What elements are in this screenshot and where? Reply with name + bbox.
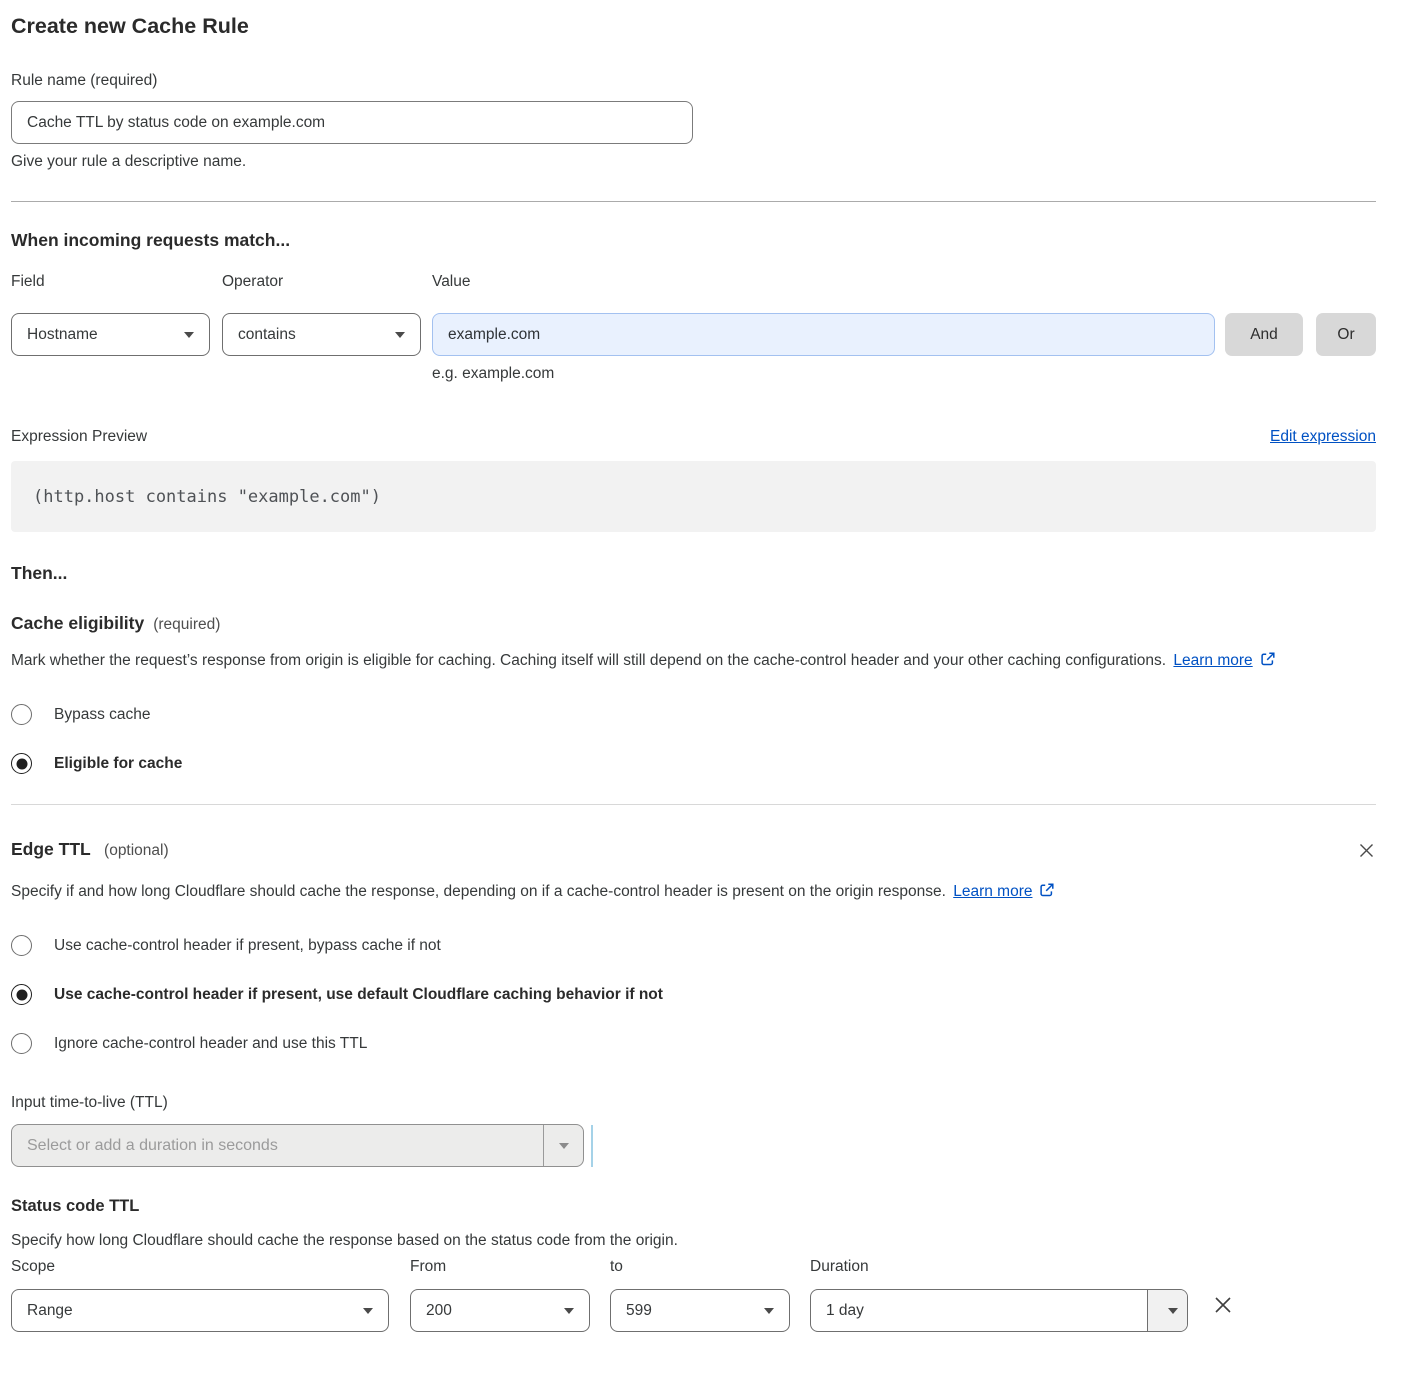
from-select-value: 200 xyxy=(426,1302,452,1320)
learn-more-link[interactable]: Learn more xyxy=(953,883,1032,900)
radio-option-ignore-header[interactable]: Ignore cache-control header and use this… xyxy=(11,1033,1376,1054)
chevron-down-icon xyxy=(395,332,405,338)
value-label: Value xyxy=(432,273,471,291)
duration-select[interactable]: 1 day xyxy=(810,1289,1188,1332)
to-select[interactable]: 599 xyxy=(610,1289,790,1332)
rule-name-label: Rule name (required) xyxy=(11,72,1376,90)
from-select[interactable]: 200 xyxy=(410,1289,590,1332)
external-link-icon xyxy=(1039,880,1055,908)
ttl-input-row: Select or add a duration in seconds xyxy=(11,1124,1376,1167)
cache-eligibility-description-text: Mark whether the request’s response from… xyxy=(11,652,1166,669)
chevron-down-icon xyxy=(1168,1308,1178,1314)
radio-option-use-header-bypass[interactable]: Use cache-control header if present, byp… xyxy=(11,935,1376,956)
chevron-down-icon xyxy=(764,1308,774,1314)
scope-select-value: Range xyxy=(27,1302,73,1320)
and-button[interactable]: And xyxy=(1225,313,1303,356)
value-input[interactable] xyxy=(432,313,1215,356)
cache-eligibility-header: Cache eligibility (required) xyxy=(11,613,1376,634)
radio-option-label: Bypass cache xyxy=(54,706,151,724)
chevron-down-icon xyxy=(363,1308,373,1314)
field-label: Field xyxy=(11,273,222,291)
from-label: From xyxy=(410,1258,590,1276)
ttl-duration-select[interactable]: Select or add a duration in seconds xyxy=(11,1124,584,1167)
scope-label: Scope xyxy=(11,1258,389,1276)
rule-name-help: Give your rule a descriptive name. xyxy=(11,153,1376,171)
radio-unchecked-icon xyxy=(11,704,32,725)
remove-row-icon[interactable] xyxy=(1212,1294,1234,1321)
ttl-input-label: Input time-to-live (TTL) xyxy=(11,1094,1376,1112)
scope-column: Scope Range xyxy=(11,1258,389,1332)
section-divider xyxy=(11,804,1376,805)
create-cache-rule-form: Create new Cache Rule Rule name (require… xyxy=(0,0,1412,1332)
operator-select-value: contains xyxy=(238,326,296,344)
radio-checked-icon xyxy=(11,753,32,774)
ttl-select-arrow-button[interactable] xyxy=(543,1125,583,1166)
match-labels-row: Field Operator Value xyxy=(11,273,1376,302)
field-select[interactable]: Hostname xyxy=(11,313,210,356)
expression-preview-label: Expression Preview xyxy=(11,428,147,446)
duration-label: Duration xyxy=(810,1258,1188,1276)
cache-eligibility-qualifier: (required) xyxy=(153,616,220,634)
radio-option-label: Ignore cache-control header and use this… xyxy=(54,1035,367,1053)
page-title: Create new Cache Rule xyxy=(11,14,1376,39)
chevron-down-icon xyxy=(559,1143,569,1149)
duration-select-value: 1 day xyxy=(811,1290,1147,1331)
to-select-value: 599 xyxy=(626,1302,652,1320)
field-select-value: Hostname xyxy=(27,326,98,344)
expression-preview-code: (http.host contains "example.com") xyxy=(11,461,1376,532)
edge-ttl-qualifier: (optional) xyxy=(104,842,169,859)
external-link-icon xyxy=(1260,649,1276,677)
value-help: e.g. example.com xyxy=(432,365,1376,383)
match-controls-row: Hostname contains And Or xyxy=(11,313,1376,356)
status-code-ttl-row: Scope Range From 200 to 599 Duration 1 d… xyxy=(11,1258,1376,1332)
to-column: to 599 xyxy=(610,1258,790,1332)
radio-option-use-header-default[interactable]: Use cache-control header if present, use… xyxy=(11,984,1376,1005)
expression-header: Expression Preview Edit expression xyxy=(11,428,1376,446)
edge-ttl-description: Specify if and how long Cloudflare shoul… xyxy=(11,878,1121,908)
radio-option-label: Eligible for cache xyxy=(54,755,182,773)
text-cursor xyxy=(591,1125,593,1167)
chevron-down-icon xyxy=(184,332,194,338)
radio-checked-icon xyxy=(11,984,32,1005)
edge-ttl-options: Use cache-control header if present, byp… xyxy=(11,935,1376,1054)
section-divider xyxy=(11,201,1376,202)
status-code-ttl-description: Specify how long Cloudflare should cache… xyxy=(11,1232,1376,1250)
chevron-down-icon xyxy=(564,1308,574,1314)
radio-option-eligible-for-cache[interactable]: Eligible for cache xyxy=(11,753,1376,774)
to-label: to xyxy=(610,1258,790,1276)
cache-eligibility-heading: Cache eligibility xyxy=(11,613,144,634)
operator-select[interactable]: contains xyxy=(222,313,421,356)
cache-eligibility-description: Mark whether the request’s response from… xyxy=(11,647,1361,677)
learn-more-link[interactable]: Learn more xyxy=(1173,652,1252,669)
rule-name-input[interactable] xyxy=(11,101,693,144)
scope-select[interactable]: Range xyxy=(11,1289,389,1332)
radio-unchecked-icon xyxy=(11,1033,32,1054)
radio-option-label: Use cache-control header if present, byp… xyxy=(54,937,441,955)
status-code-ttl-heading: Status code TTL xyxy=(11,1197,1376,1216)
match-heading: When incoming requests match... xyxy=(11,230,1376,251)
cache-eligibility-options: Bypass cache Eligible for cache xyxy=(11,704,1376,774)
from-column: From 200 xyxy=(410,1258,590,1332)
duration-select-arrow-button[interactable] xyxy=(1147,1290,1187,1331)
close-icon[interactable] xyxy=(1357,841,1376,865)
radio-option-label: Use cache-control header if present, use… xyxy=(54,986,663,1004)
or-button[interactable]: Or xyxy=(1316,313,1376,356)
radio-unchecked-icon xyxy=(11,935,32,956)
edge-ttl-header: Edge TTL (optional) xyxy=(11,839,1376,865)
operator-label: Operator xyxy=(222,273,432,291)
duration-column: Duration 1 day xyxy=(810,1258,1188,1332)
ttl-select-placeholder: Select or add a duration in seconds xyxy=(12,1125,543,1166)
edge-ttl-heading: Edge TTL xyxy=(11,839,91,859)
match-section: When incoming requests match... Field Op… xyxy=(11,230,1376,383)
edit-expression-link[interactable]: Edit expression xyxy=(1270,428,1376,446)
then-heading: Then... xyxy=(11,563,1376,584)
edge-ttl-description-text: Specify if and how long Cloudflare shoul… xyxy=(11,883,946,900)
radio-option-bypass-cache[interactable]: Bypass cache xyxy=(11,704,1376,725)
